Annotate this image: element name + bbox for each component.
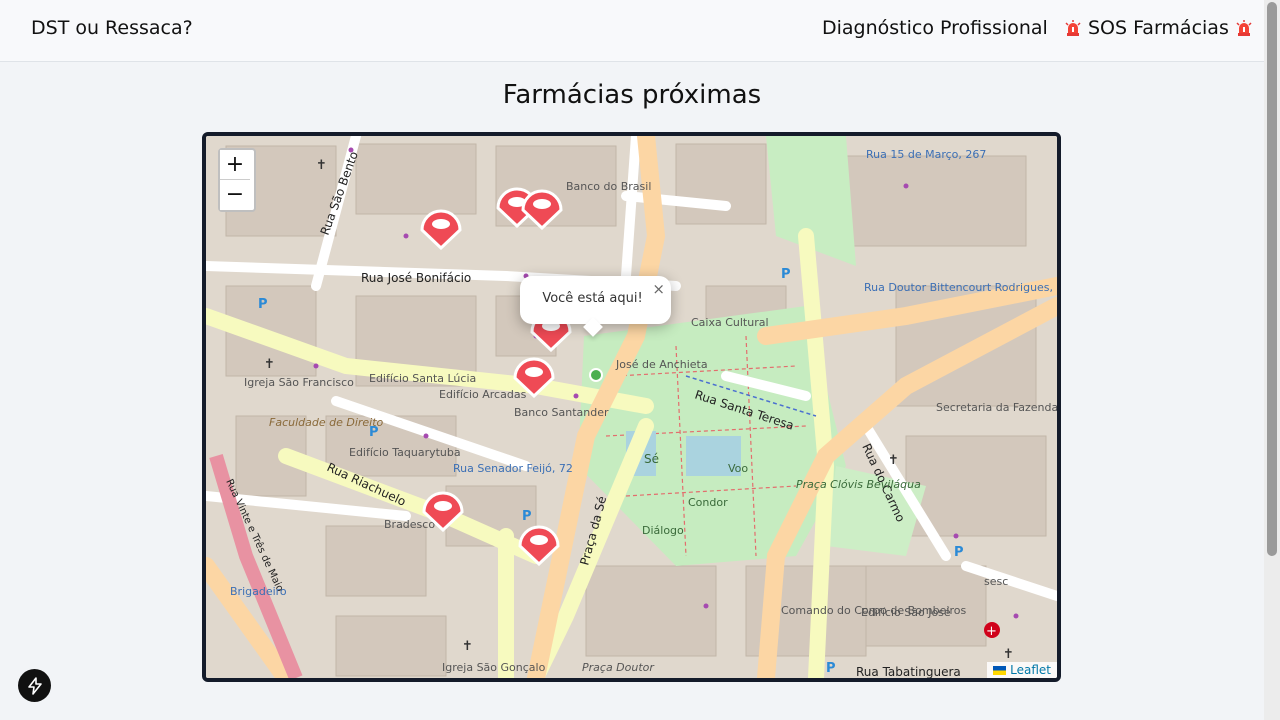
zoom-control: + − [218, 148, 256, 212]
svg-text:✝: ✝ [316, 158, 327, 173]
svg-text:✝: ✝ [888, 453, 899, 468]
nav-sos-farmacias-link[interactable]: SOS Farmácias [1064, 17, 1253, 39]
siren-icon [1236, 20, 1252, 36]
pharmacy-marker-icon[interactable] [416, 206, 466, 250]
pharmacy-marker-icon[interactable] [418, 488, 468, 532]
bolt-fab-button[interactable] [18, 669, 51, 702]
map-label-rua-tabatinguera: Rua Tabatinguera [856, 665, 961, 678]
pharmacy-map[interactable]: Rua José Bonifácio Rua São Bento Rua San… [202, 132, 1061, 682]
map-label-rua-quinze: Rua 15 de Março, 267 [866, 148, 986, 161]
location-popup: Você está aqui! × [520, 276, 671, 337]
svg-text:P: P [258, 297, 268, 312]
map-label-rua-jose-bonifacio: Rua José Bonifácio [361, 271, 471, 285]
bolt-icon [27, 676, 42, 695]
map-label-secretaria-fazenda: Secretaria da Fazenda [936, 401, 1057, 414]
svg-text:P: P [826, 661, 836, 676]
map-label-se: Sé [644, 452, 659, 466]
map-label-banco-brasil: Banco do Brasil [566, 180, 651, 193]
zoom-in-button[interactable]: + [220, 150, 250, 180]
map-label-edificio-taquarytuba: Edifício Taquarytuba [349, 446, 461, 459]
user-location-marker[interactable] [589, 368, 603, 382]
map-label-caixa-cultural: Caixa Cultural [691, 316, 769, 329]
map-label-edificio-sao-jose: Edifício São José [861, 606, 951, 619]
map-label-praca-clovis: Praça Clóvis Beviláqua [796, 478, 921, 491]
map-label-sesc: sesc [984, 575, 1008, 588]
map-label-dialogo: Diálogo [642, 524, 684, 537]
map-label-voo: Voo [728, 462, 748, 475]
page-scrollbar[interactable] [1264, 0, 1280, 720]
map-label-jose-de-anchieta: José de Anchieta [615, 358, 708, 371]
svg-text:✝: ✝ [462, 639, 473, 654]
map-label-praca-doutor: Praça Doutor [582, 661, 655, 674]
map-label-edificio-santa-lucia: Edifício Santa Lúcia [369, 372, 476, 385]
zoom-out-button[interactable]: − [220, 180, 250, 210]
map-attribution: Leaflet [987, 662, 1057, 678]
map-label-faculdade-direito: Faculdade de Direito [269, 416, 384, 429]
popup-close-icon[interactable]: × [652, 280, 665, 298]
map-label-rua-senador-feijo: Rua Senador Feijó, 72 [453, 462, 573, 475]
svg-text:✝: ✝ [1003, 647, 1014, 662]
svg-text:P: P [781, 267, 791, 282]
page-title: Farmácias próximas [502, 80, 762, 110]
map-label-rua-doutor-bittencourt: Rua Doutor Bittencourt Rodrigues, 112 [864, 281, 1057, 294]
pharmacy-marker-icon[interactable] [517, 186, 567, 230]
svg-text:✝: ✝ [264, 357, 275, 372]
map-label-banco-santander: Banco Santander [514, 406, 609, 419]
popup-text: Você está aqui! [542, 291, 643, 306]
sos-label: SOS Farmácias [1088, 17, 1229, 39]
map-label-igreja-sao-francisco: Igreja São Francisco [244, 376, 354, 389]
pharmacy-marker-icon[interactable] [514, 522, 564, 566]
map-label-condor: Condor [688, 496, 728, 509]
svg-text:P: P [954, 545, 964, 560]
map-tiles[interactable]: Rua José Bonifácio Rua São Bento Rua San… [206, 136, 1057, 678]
svg-text:+: + [986, 624, 997, 639]
svg-text:P: P [369, 425, 379, 440]
ukraine-flag-icon [993, 665, 1007, 675]
navbar: DST ou Ressaca? Diagnóstico Profissional… [0, 0, 1264, 62]
pharmacy-marker-icon[interactable] [509, 354, 559, 398]
leaflet-link[interactable]: Leaflet [1010, 663, 1051, 677]
brand-link[interactable]: DST ou Ressaca? [31, 17, 193, 39]
scrollbar-thumb[interactable] [1267, 2, 1277, 556]
map-label-brigadeiro: Brigadeiro [230, 585, 287, 598]
nav-diagnostico-link[interactable]: Diagnóstico Profissional [822, 17, 1048, 39]
siren-icon [1065, 20, 1081, 36]
map-label-igreja-sao-goncalo: Igreja São Gonçalo [442, 661, 546, 674]
